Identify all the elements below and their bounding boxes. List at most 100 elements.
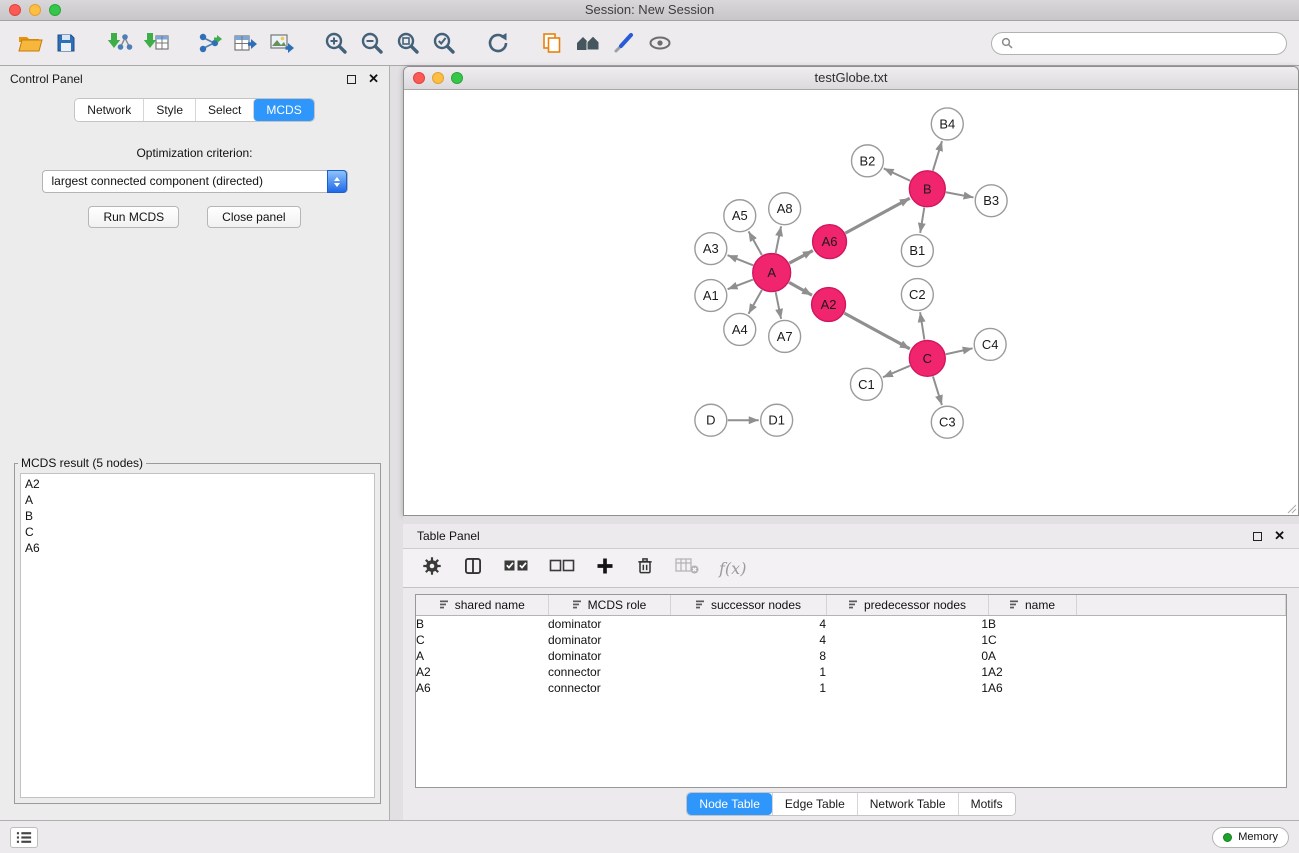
show-hide-eye-icon[interactable] (642, 25, 678, 61)
cell[interactable]: dominator (548, 648, 670, 664)
node-B[interactable]: B (909, 171, 945, 207)
table-row[interactable]: A2connector11A2 (416, 664, 1286, 680)
cell[interactable]: dominator (548, 632, 670, 648)
open-session-icon[interactable] (12, 25, 48, 61)
tab-network-table[interactable]: Network Table (857, 793, 958, 815)
edge-A-A6[interactable] (789, 251, 813, 264)
table-row[interactable]: Adominator80A (416, 648, 1286, 664)
mcds-result-item[interactable]: A2 (25, 476, 370, 492)
zoom-in-icon[interactable] (318, 25, 354, 61)
export-image-icon[interactable] (264, 25, 300, 61)
save-session-icon[interactable] (48, 25, 84, 61)
edge-A6-B[interactable] (845, 198, 909, 233)
edge-A-A7[interactable] (776, 292, 781, 319)
zoom-out-icon[interactable] (354, 25, 390, 61)
column-header-successor-nodes[interactable]: successor nodes (670, 595, 826, 615)
memory-button[interactable]: Memory (1212, 827, 1289, 848)
dropdown-stepper-icon[interactable] (327, 170, 347, 193)
close-panel-button[interactable]: Close panel (207, 206, 300, 228)
network-window-titlebar[interactable]: testGlobe.txt (404, 67, 1298, 90)
cell[interactable]: dominator (548, 615, 670, 632)
column-header-MCDS-role[interactable]: MCDS role (548, 595, 670, 615)
style-brush-icon[interactable] (606, 25, 642, 61)
mcds-result-item[interactable]: C (25, 524, 370, 540)
edge-A-A8[interactable] (776, 226, 781, 253)
network-minimize-button[interactable] (432, 72, 444, 84)
close-panel-icon[interactable]: ✕ (368, 74, 379, 84)
home-icon[interactable] (570, 25, 606, 61)
mcds-result-item[interactable]: B (25, 508, 370, 524)
table-row[interactable]: Bdominator41B (416, 615, 1286, 632)
tab-network[interactable]: Network (75, 99, 143, 121)
node-B2[interactable]: B2 (851, 145, 883, 177)
import-network-file-icon[interactable] (102, 25, 138, 61)
horizontal-splitter[interactable] (403, 516, 1299, 524)
duplicate-network-icon[interactable] (534, 25, 570, 61)
node-A4[interactable]: A4 (724, 313, 756, 345)
edge-C-C3[interactable] (933, 376, 942, 405)
cell[interactable]: A (416, 648, 548, 664)
table-row[interactable]: Cdominator41C (416, 632, 1286, 648)
close-window-button[interactable] (9, 4, 21, 16)
edge-A-A2[interactable] (789, 282, 812, 295)
edge-A2-C[interactable] (844, 313, 909, 349)
cell[interactable]: A (988, 648, 1076, 664)
select-all-columns-icon[interactable] (503, 557, 529, 580)
cell[interactable]: connector (548, 680, 670, 696)
cell[interactable]: 8 (670, 648, 826, 664)
network-close-button[interactable] (413, 72, 425, 84)
node-B1[interactable]: B1 (901, 235, 933, 267)
cell[interactable]: A6 (988, 680, 1076, 696)
export-network-icon[interactable] (192, 25, 228, 61)
edge-A-A3[interactable] (728, 255, 754, 265)
delete-column-trash-icon[interactable] (635, 556, 655, 581)
cell[interactable]: A2 (416, 664, 548, 680)
node-A3[interactable]: A3 (695, 233, 727, 265)
resize-grip-icon[interactable] (1285, 502, 1297, 514)
node-C3[interactable]: C3 (931, 406, 963, 438)
zoom-window-button[interactable] (49, 4, 61, 16)
import-table-file-icon[interactable] (138, 25, 174, 61)
node-A5[interactable]: A5 (724, 200, 756, 232)
minimize-window-button[interactable] (29, 4, 41, 16)
cell[interactable]: A2 (988, 664, 1076, 680)
cell[interactable]: 4 (670, 615, 826, 632)
column-header-predecessor-nodes[interactable]: predecessor nodes (826, 595, 988, 615)
column-header-shared-name[interactable]: shared name (416, 595, 548, 615)
node-D1[interactable]: D1 (761, 404, 793, 436)
zoom-fit-icon[interactable] (390, 25, 426, 61)
mcds-result-item[interactable]: A6 (25, 540, 370, 556)
node-B3[interactable]: B3 (975, 185, 1007, 217)
cell[interactable]: 1 (670, 664, 826, 680)
edge-B-B4[interactable] (933, 141, 942, 171)
cell[interactable]: C (988, 632, 1076, 648)
network-zoom-button[interactable] (451, 72, 463, 84)
zoom-selected-icon[interactable] (426, 25, 462, 61)
table-row[interactable]: A6connector11A6 (416, 680, 1286, 696)
mcds-result-item[interactable]: A (25, 492, 370, 508)
node-B4[interactable]: B4 (931, 108, 963, 140)
cell[interactable]: 4 (670, 632, 826, 648)
edge-C-C1[interactable] (883, 366, 910, 377)
cell[interactable]: connector (548, 664, 670, 680)
mcds-result-list[interactable]: A2ABCA6 (20, 473, 375, 798)
tab-select[interactable]: Select (195, 99, 253, 121)
edge-A-A4[interactable] (749, 290, 762, 314)
edge-C-C4[interactable] (946, 348, 973, 354)
cell[interactable]: 0 (826, 648, 988, 664)
tab-mcds[interactable]: MCDS (253, 99, 313, 121)
node-C[interactable]: C (909, 340, 945, 376)
node-A[interactable]: A (753, 254, 791, 292)
delete-table-icon[interactable] (675, 557, 699, 580)
node-A7[interactable]: A7 (769, 320, 801, 352)
tab-node-table[interactable]: Node Table (687, 793, 772, 815)
run-mcds-button[interactable]: Run MCDS (88, 206, 179, 228)
node-A2[interactable]: A2 (812, 288, 846, 322)
node-C1[interactable]: C1 (851, 368, 883, 400)
edge-B-B1[interactable] (920, 207, 924, 232)
cell[interactable]: C (416, 632, 548, 648)
search-input[interactable] (1018, 36, 1277, 50)
edge-B-B3[interactable] (946, 192, 974, 197)
float-panel-icon[interactable] (347, 75, 356, 84)
network-canvas[interactable]: B4B2BB3A8A5A6A3B1AC2A1A2A4A7C4CC1C3DD1 (404, 90, 1298, 515)
